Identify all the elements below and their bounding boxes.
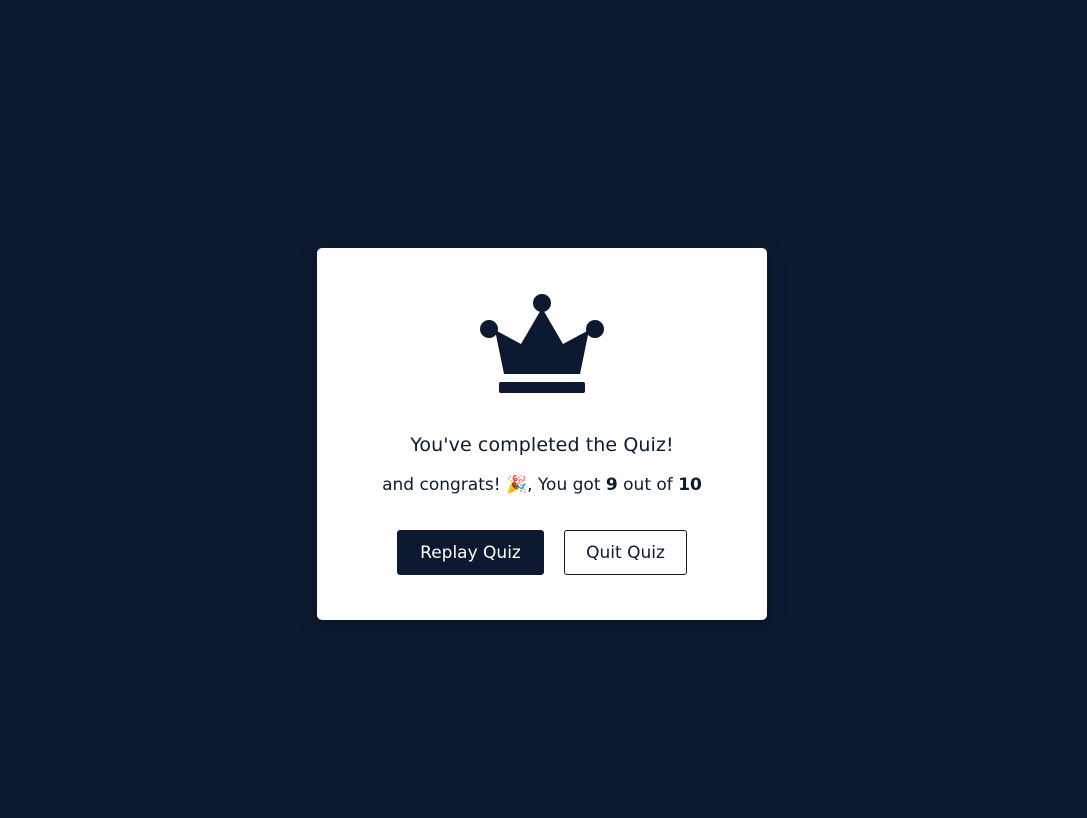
quit-quiz-button[interactable]: Quit Quiz: [564, 530, 687, 575]
score-message: and congrats! 🎉, You got 9 out of 10: [317, 475, 767, 495]
out-of-text: out of: [617, 475, 679, 495]
result-buttons: Replay Quiz Quit Quiz: [317, 530, 767, 575]
congrats-text: and congrats! 🎉, You got: [382, 475, 606, 495]
completion-message: You've completed the Quiz!: [410, 434, 674, 456]
replay-quiz-button[interactable]: Replay Quiz: [397, 530, 544, 575]
score-value: 9: [605, 475, 618, 495]
total-value: 10: [678, 475, 702, 495]
crown-icon: [477, 294, 607, 396]
result-box: You've completed the Quiz! and congrats!…: [317, 248, 767, 620]
